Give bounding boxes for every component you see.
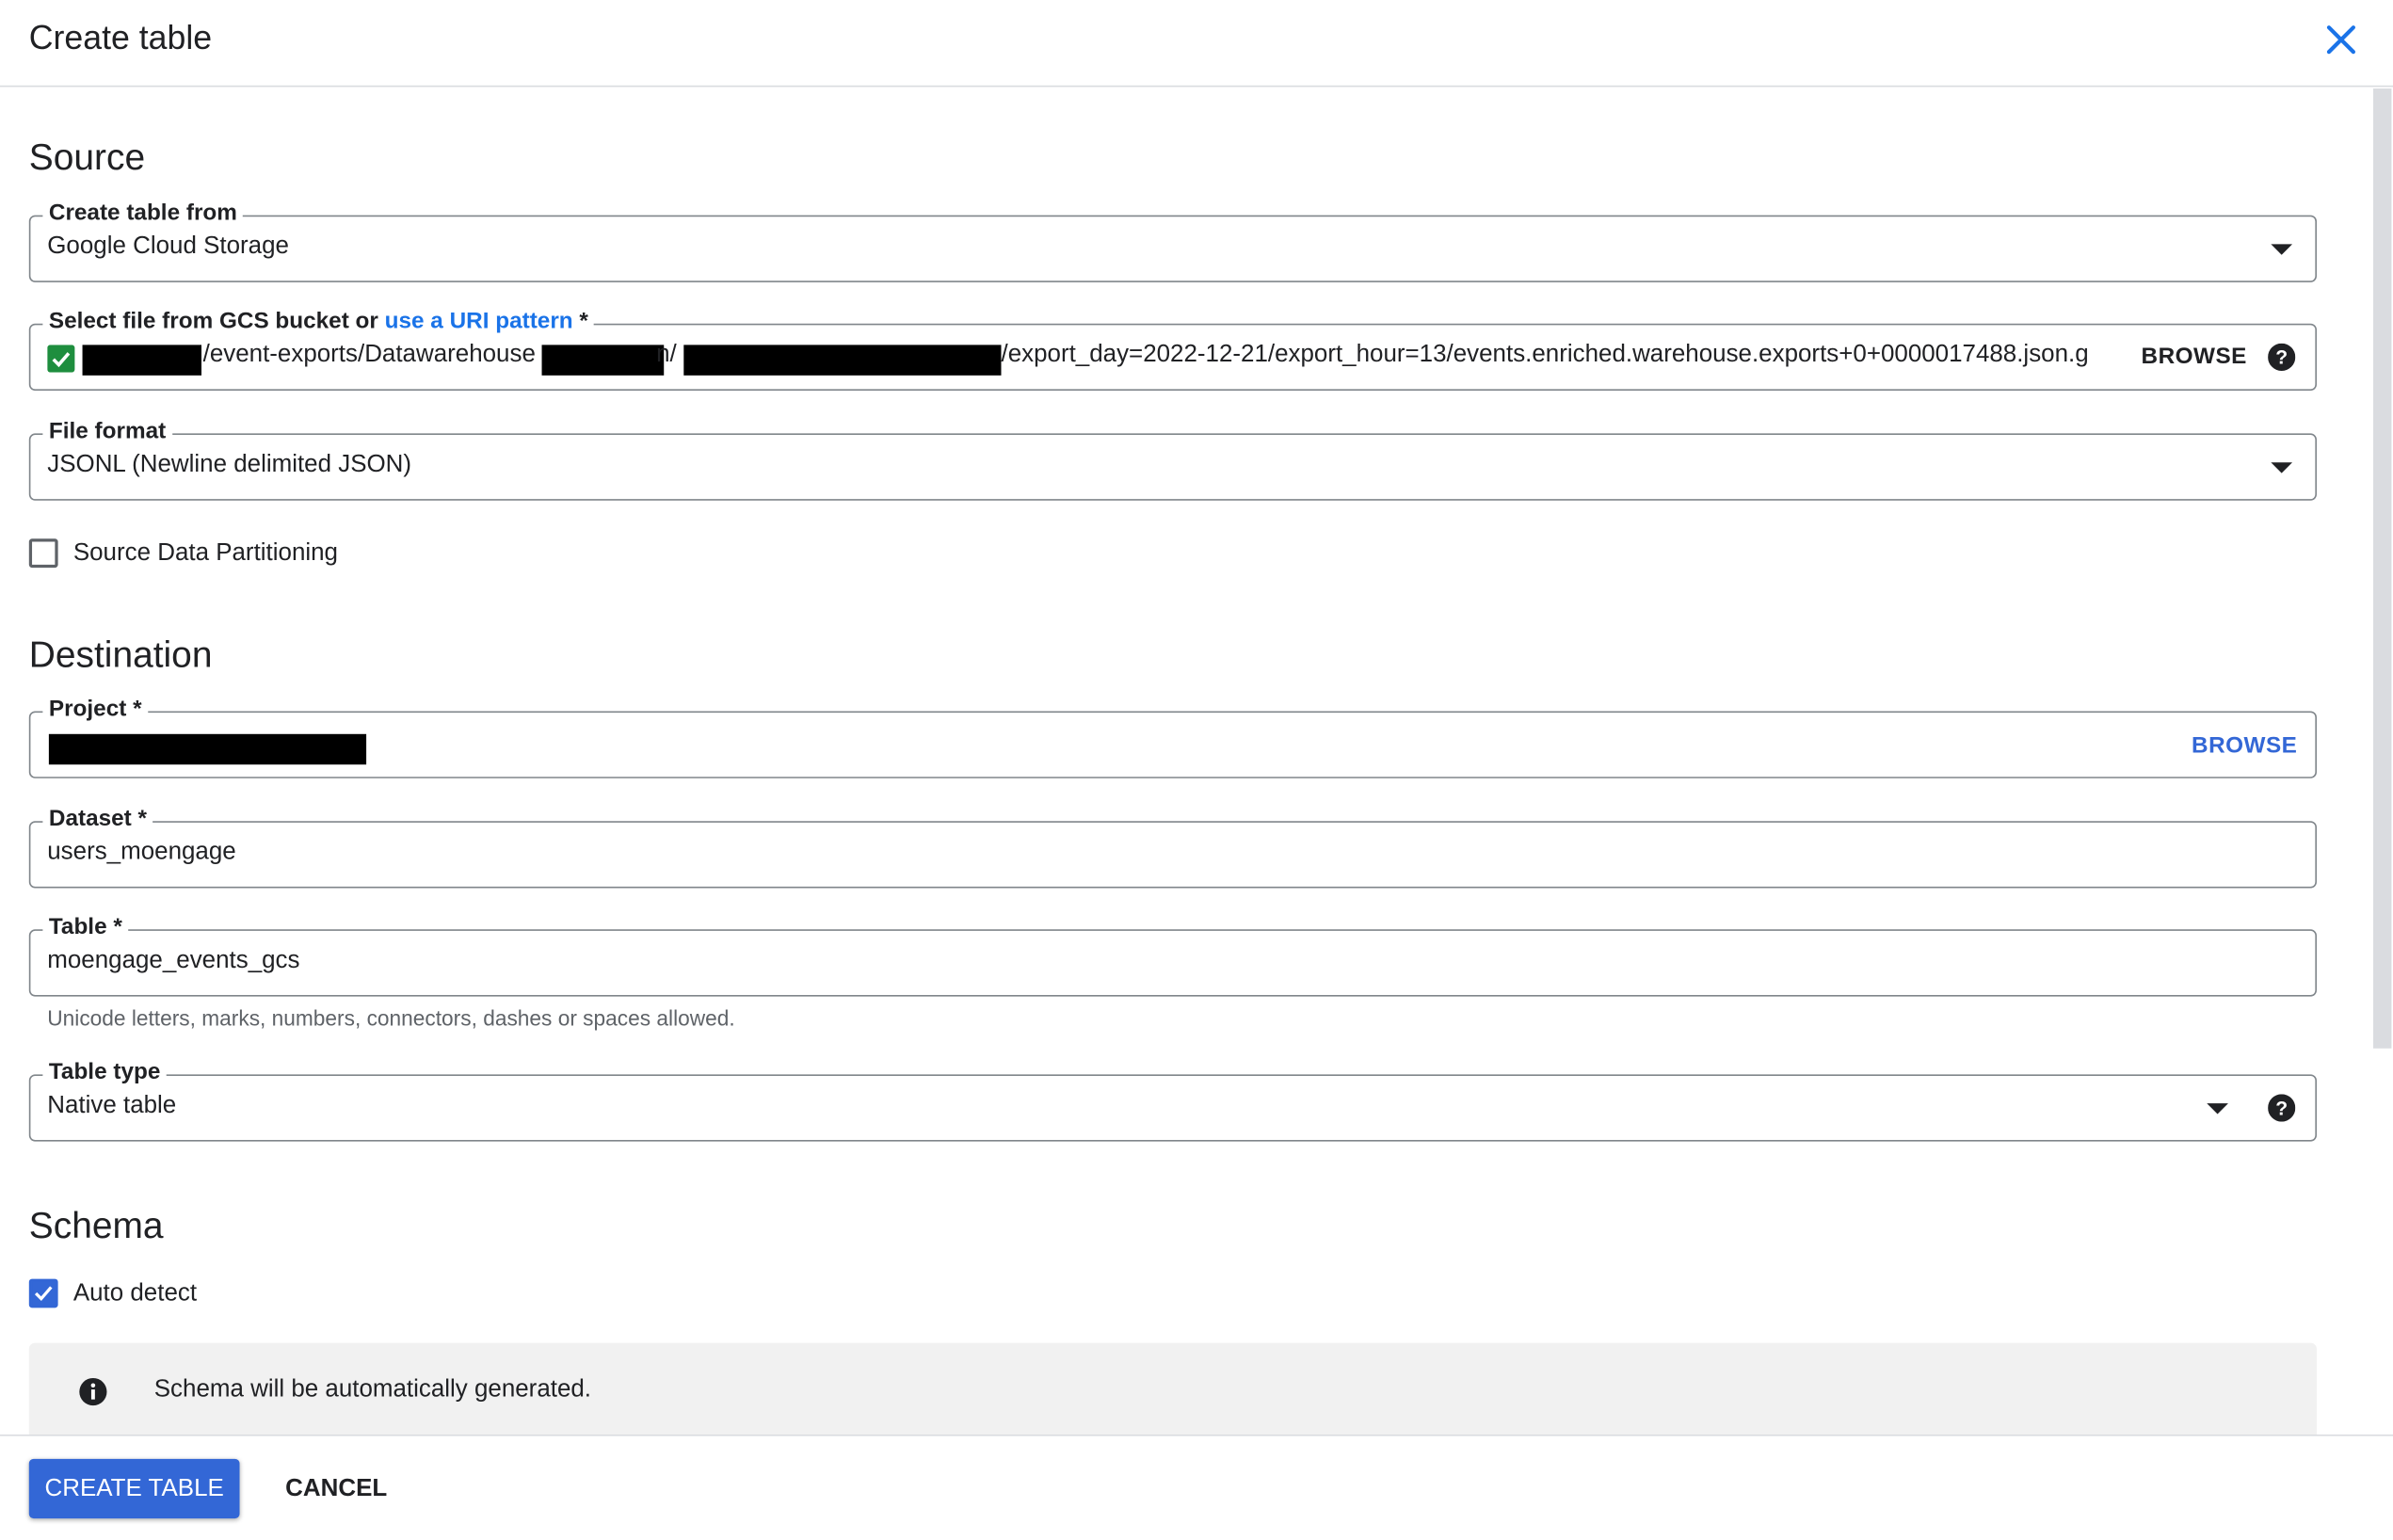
gcs-file-field[interactable]: Select file from GCS bucket or use a URI…: [28, 308, 2317, 392]
redacted-project: [48, 733, 367, 765]
table-name-field[interactable]: Table * moengage_events_gcs: [28, 914, 2317, 997]
dialog-title: Create table: [28, 18, 213, 56]
table-type-value: Native table: [47, 1092, 177, 1119]
svg-text:?: ?: [2275, 347, 2288, 369]
destination-heading: Destination: [28, 634, 213, 677]
gcs-browse-button[interactable]: BROWSE: [2131, 343, 2247, 370]
chevron-down-icon[interactable]: [2271, 462, 2293, 473]
table-type-label: Table type: [42, 1059, 167, 1085]
dialog-footer: CREATE TABLE CANCEL: [0, 1434, 2393, 1540]
table-type-select[interactable]: Table type Native table ?: [28, 1059, 2317, 1142]
schema-heading: Schema: [28, 1205, 164, 1247]
info-icon: [79, 1377, 107, 1406]
redacted-path-segment: [541, 345, 665, 376]
source-partitioning-label: Source Data Partitioning: [72, 539, 338, 567]
create-table-from-label: Create table from: [42, 200, 244, 226]
gcs-file-label: Select file from GCS bucket or use a URI…: [42, 308, 595, 335]
chevron-down-icon[interactable]: [2207, 1103, 2228, 1115]
project-browse-button[interactable]: BROWSE: [2192, 732, 2297, 759]
redacted-path-segment-2: [683, 345, 1002, 376]
auto-detect-checkbox[interactable]: [28, 1278, 58, 1308]
dataset-label: Dataset *: [42, 805, 153, 832]
gcs-path-part2: n/: [656, 342, 677, 368]
schema-info-message: Schema will be automatically generated.: [153, 1376, 592, 1403]
table-name-hint: Unicode letters, marks, numbers, connect…: [47, 1005, 735, 1031]
table-value: moengage_events_gcs: [47, 947, 300, 974]
auto-detect-label: Auto detect: [72, 1280, 198, 1307]
source-heading: Source: [28, 136, 146, 179]
dataset-field[interactable]: Dataset * users_moengage: [28, 805, 2317, 889]
close-icon[interactable]: [2319, 17, 2365, 63]
chevron-down-icon[interactable]: [2271, 244, 2293, 255]
dialog-header: Create table: [0, 0, 2393, 88]
gcs-path-part1: /event-exports/Datawarehouse: [202, 342, 536, 368]
file-format-label: File format: [42, 418, 172, 444]
redacted-bucket: [82, 345, 201, 376]
source-partitioning-checkbox[interactable]: [28, 538, 58, 569]
valid-check-icon: [47, 345, 75, 373]
project-label: Project *: [42, 696, 149, 722]
gcs-path-part3: /export_day=2022-12-21/export_hour=13/ev…: [1001, 342, 2089, 368]
create-table-from-value: Google Cloud Storage: [47, 233, 289, 260]
help-icon[interactable]: ?: [2268, 343, 2296, 371]
create-table-from-select[interactable]: Create table from Google Cloud Storage: [28, 200, 2317, 282]
project-field[interactable]: Project * BROWSE: [28, 696, 2317, 778]
table-label: Table *: [42, 914, 129, 940]
svg-text:?: ?: [2275, 1098, 2288, 1119]
file-format-value: JSONL (Newline delimited JSON): [47, 451, 412, 478]
check-icon: [34, 1286, 53, 1302]
create-table-dialog: Create table Source Create table from Go…: [0, 0, 2393, 1540]
file-format-select[interactable]: File format JSONL (Newline delimited JSO…: [28, 418, 2317, 501]
help-icon[interactable]: ?: [2268, 1094, 2296, 1122]
dataset-value: users_moengage: [47, 839, 236, 866]
scrollbar[interactable]: [2372, 88, 2392, 1049]
cancel-button[interactable]: CANCEL: [285, 1476, 387, 1503]
create-table-button[interactable]: CREATE TABLE: [28, 1458, 240, 1519]
uri-pattern-link[interactable]: use a URI pattern: [385, 308, 573, 334]
